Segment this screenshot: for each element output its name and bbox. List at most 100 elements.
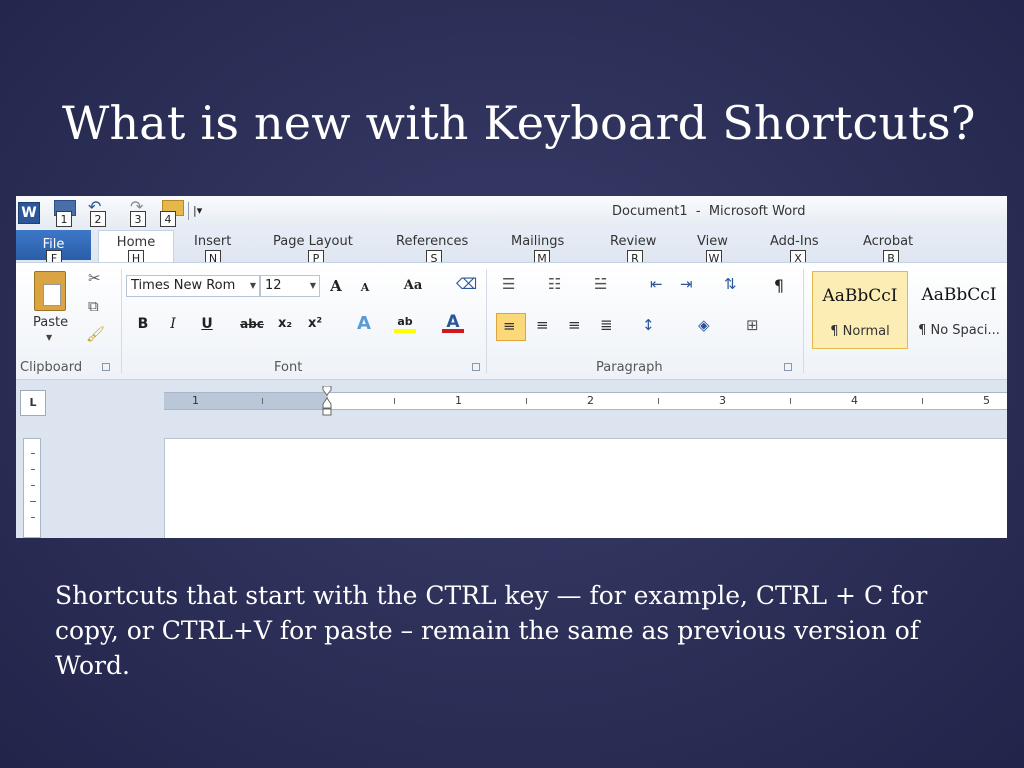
keytip-qat-4: 4 [160, 211, 176, 227]
align-left-button[interactable]: ≡ [496, 313, 526, 341]
clipboard-launcher-icon[interactable] [102, 363, 110, 371]
keytip-qat-2: 2 [90, 211, 106, 227]
bullets-icon[interactable]: ☰ [502, 275, 515, 293]
qat-separator [188, 202, 189, 220]
word-screenshot: W ↶ ↷ 1 2 3 4 |▾ Document1 - Microsoft W… [16, 196, 1007, 538]
paragraph-group-label: Paragraph [596, 360, 663, 375]
vertical-ruler[interactable] [23, 438, 41, 538]
ruler-label: 5 [983, 394, 990, 407]
strikethrough-button[interactable]: abc [238, 313, 266, 335]
ruler-label: 2 [587, 394, 594, 407]
tab-review[interactable]: Review [610, 234, 656, 249]
subscript-button[interactable]: x₂ [274, 313, 296, 335]
paragraph-launcher-icon[interactable] [784, 363, 792, 371]
paste-button-label[interactable]: Paste [33, 315, 68, 330]
shrink-font-button[interactable]: A [354, 277, 376, 299]
cut-icon[interactable]: ✂ [88, 269, 101, 287]
style-name: ¶ Normal [830, 324, 890, 339]
paste-dropdown-arrow[interactable]: ▼ [46, 333, 52, 342]
style-name: ¶ No Spaci... [918, 323, 1000, 338]
increase-indent-icon[interactable]: ⇥ [680, 275, 693, 293]
horizontal-ruler[interactable]: 1 1 2 3 4 5 [164, 392, 1007, 410]
ruler-margin [164, 393, 328, 409]
bold-button[interactable]: B [132, 313, 154, 335]
keytip-qat-1: 1 [56, 211, 72, 227]
slide-body-text: Shortcuts that start with the CTRL key —… [55, 581, 928, 680]
align-right-icon[interactable]: ≡ [568, 316, 581, 334]
ruler-tick [658, 398, 659, 404]
align-center-icon[interactable]: ≡ [536, 316, 549, 334]
tab-selector-button[interactable]: L [20, 390, 46, 416]
font-name-combo[interactable]: Times New Rom ▼ [126, 275, 260, 297]
title-bar: W ↶ ↷ 1 2 3 4 |▾ Document1 - Microsoft W… [16, 196, 1007, 228]
font-name-value: Times New Rom [131, 278, 236, 293]
ruler-label: 3 [719, 394, 726, 407]
font-size-combo[interactable]: 12 ▼ [260, 275, 320, 297]
font-size-value: 12 [265, 278, 282, 293]
document-area: L 1 1 2 3 4 5 [16, 380, 1007, 538]
superscript-button[interactable]: x² [304, 313, 326, 335]
ruler-tick [526, 398, 527, 404]
ribbon-home: Paste ▼ ✂ ⧉ 🖌 Clipboard Times New Rom ▼ … [16, 262, 1007, 380]
ruler-tick [922, 398, 923, 404]
tab-add-ins[interactable]: Add-Ins [770, 234, 819, 249]
ruler-label: 1 [192, 394, 199, 407]
sort-icon[interactable]: ⇅ [724, 275, 737, 293]
style-normal[interactable]: AaBbCcI ¶ Normal [812, 271, 908, 349]
ruler-tick [31, 469, 35, 470]
indent-marker-icon[interactable] [322, 386, 332, 416]
highlight-button[interactable]: ab [394, 311, 416, 333]
font-group-label: Font [274, 360, 303, 375]
font-launcher-icon[interactable] [472, 363, 480, 371]
group-separator [486, 269, 487, 373]
copy-icon[interactable]: ⧉ [88, 297, 99, 315]
style-sample: AaBbCcI [822, 286, 898, 306]
numbering-icon[interactable]: ☷ [548, 275, 561, 293]
tab-insert[interactable]: Insert [194, 234, 231, 249]
font-color-button[interactable]: A [442, 311, 464, 333]
ribbon-tabs: File Home Insert Page Layout References … [16, 228, 1007, 266]
show-marks-button[interactable]: ¶ [768, 275, 790, 297]
multilevel-list-icon[interactable]: ☱ [594, 275, 607, 293]
style-no-spacing[interactable]: AaBbCcI ¶ No Spaci... [911, 271, 1007, 349]
ruler-tick [31, 453, 35, 454]
ruler-tick [31, 517, 35, 518]
document-page[interactable] [164, 438, 1007, 538]
paste-icon[interactable] [34, 271, 66, 311]
tab-mailings[interactable]: Mailings [511, 234, 564, 249]
shading-icon[interactable]: ◈ [698, 316, 710, 334]
italic-button[interactable]: I [162, 313, 184, 335]
change-case-button[interactable]: Aa [398, 275, 428, 297]
slide-title: What is new with Keyboard Shortcuts? [62, 96, 976, 150]
ruler-label: 4 [851, 394, 858, 407]
tab-view[interactable]: View [697, 234, 728, 249]
style-sample: AaBbCcI [921, 285, 997, 305]
ruler-tick [262, 398, 263, 404]
ruler-tick [790, 398, 791, 404]
group-separator [121, 269, 122, 373]
align-left-icon: ≡ [503, 317, 516, 335]
borders-icon[interactable]: ⊞ [746, 316, 759, 334]
clear-formatting-icon[interactable]: ⌫ [456, 275, 477, 293]
chevron-down-icon[interactable]: ▼ [310, 276, 316, 296]
decrease-indent-icon[interactable]: ⇤ [650, 275, 663, 293]
clipboard-group-label: Clipboard [20, 360, 83, 375]
justify-icon[interactable]: ≣ [600, 316, 613, 334]
tab-references[interactable]: References [396, 234, 468, 249]
keytip-qat-3: 3 [130, 211, 146, 227]
window-title: Document1 - Microsoft Word [612, 204, 806, 219]
chevron-down-icon[interactable]: ▼ [250, 276, 256, 296]
ruler-label: 1 [455, 394, 462, 407]
customize-qat-button[interactable]: |▾ [193, 204, 202, 217]
text-effects-button[interactable]: A [353, 313, 375, 335]
tab-page-layout[interactable]: Page Layout [273, 234, 353, 249]
word-logo-icon[interactable]: W [18, 202, 40, 224]
tab-acrobat[interactable]: Acrobat [863, 234, 913, 249]
underline-button[interactable]: U [196, 313, 218, 335]
format-painter-icon[interactable]: 🖌 [86, 325, 105, 343]
line-spacing-icon[interactable]: ↕ [642, 316, 655, 334]
ruler-tick [31, 485, 35, 486]
grow-font-button[interactable]: A [325, 275, 347, 297]
group-separator [803, 269, 804, 373]
ruler-tick [30, 501, 36, 502]
